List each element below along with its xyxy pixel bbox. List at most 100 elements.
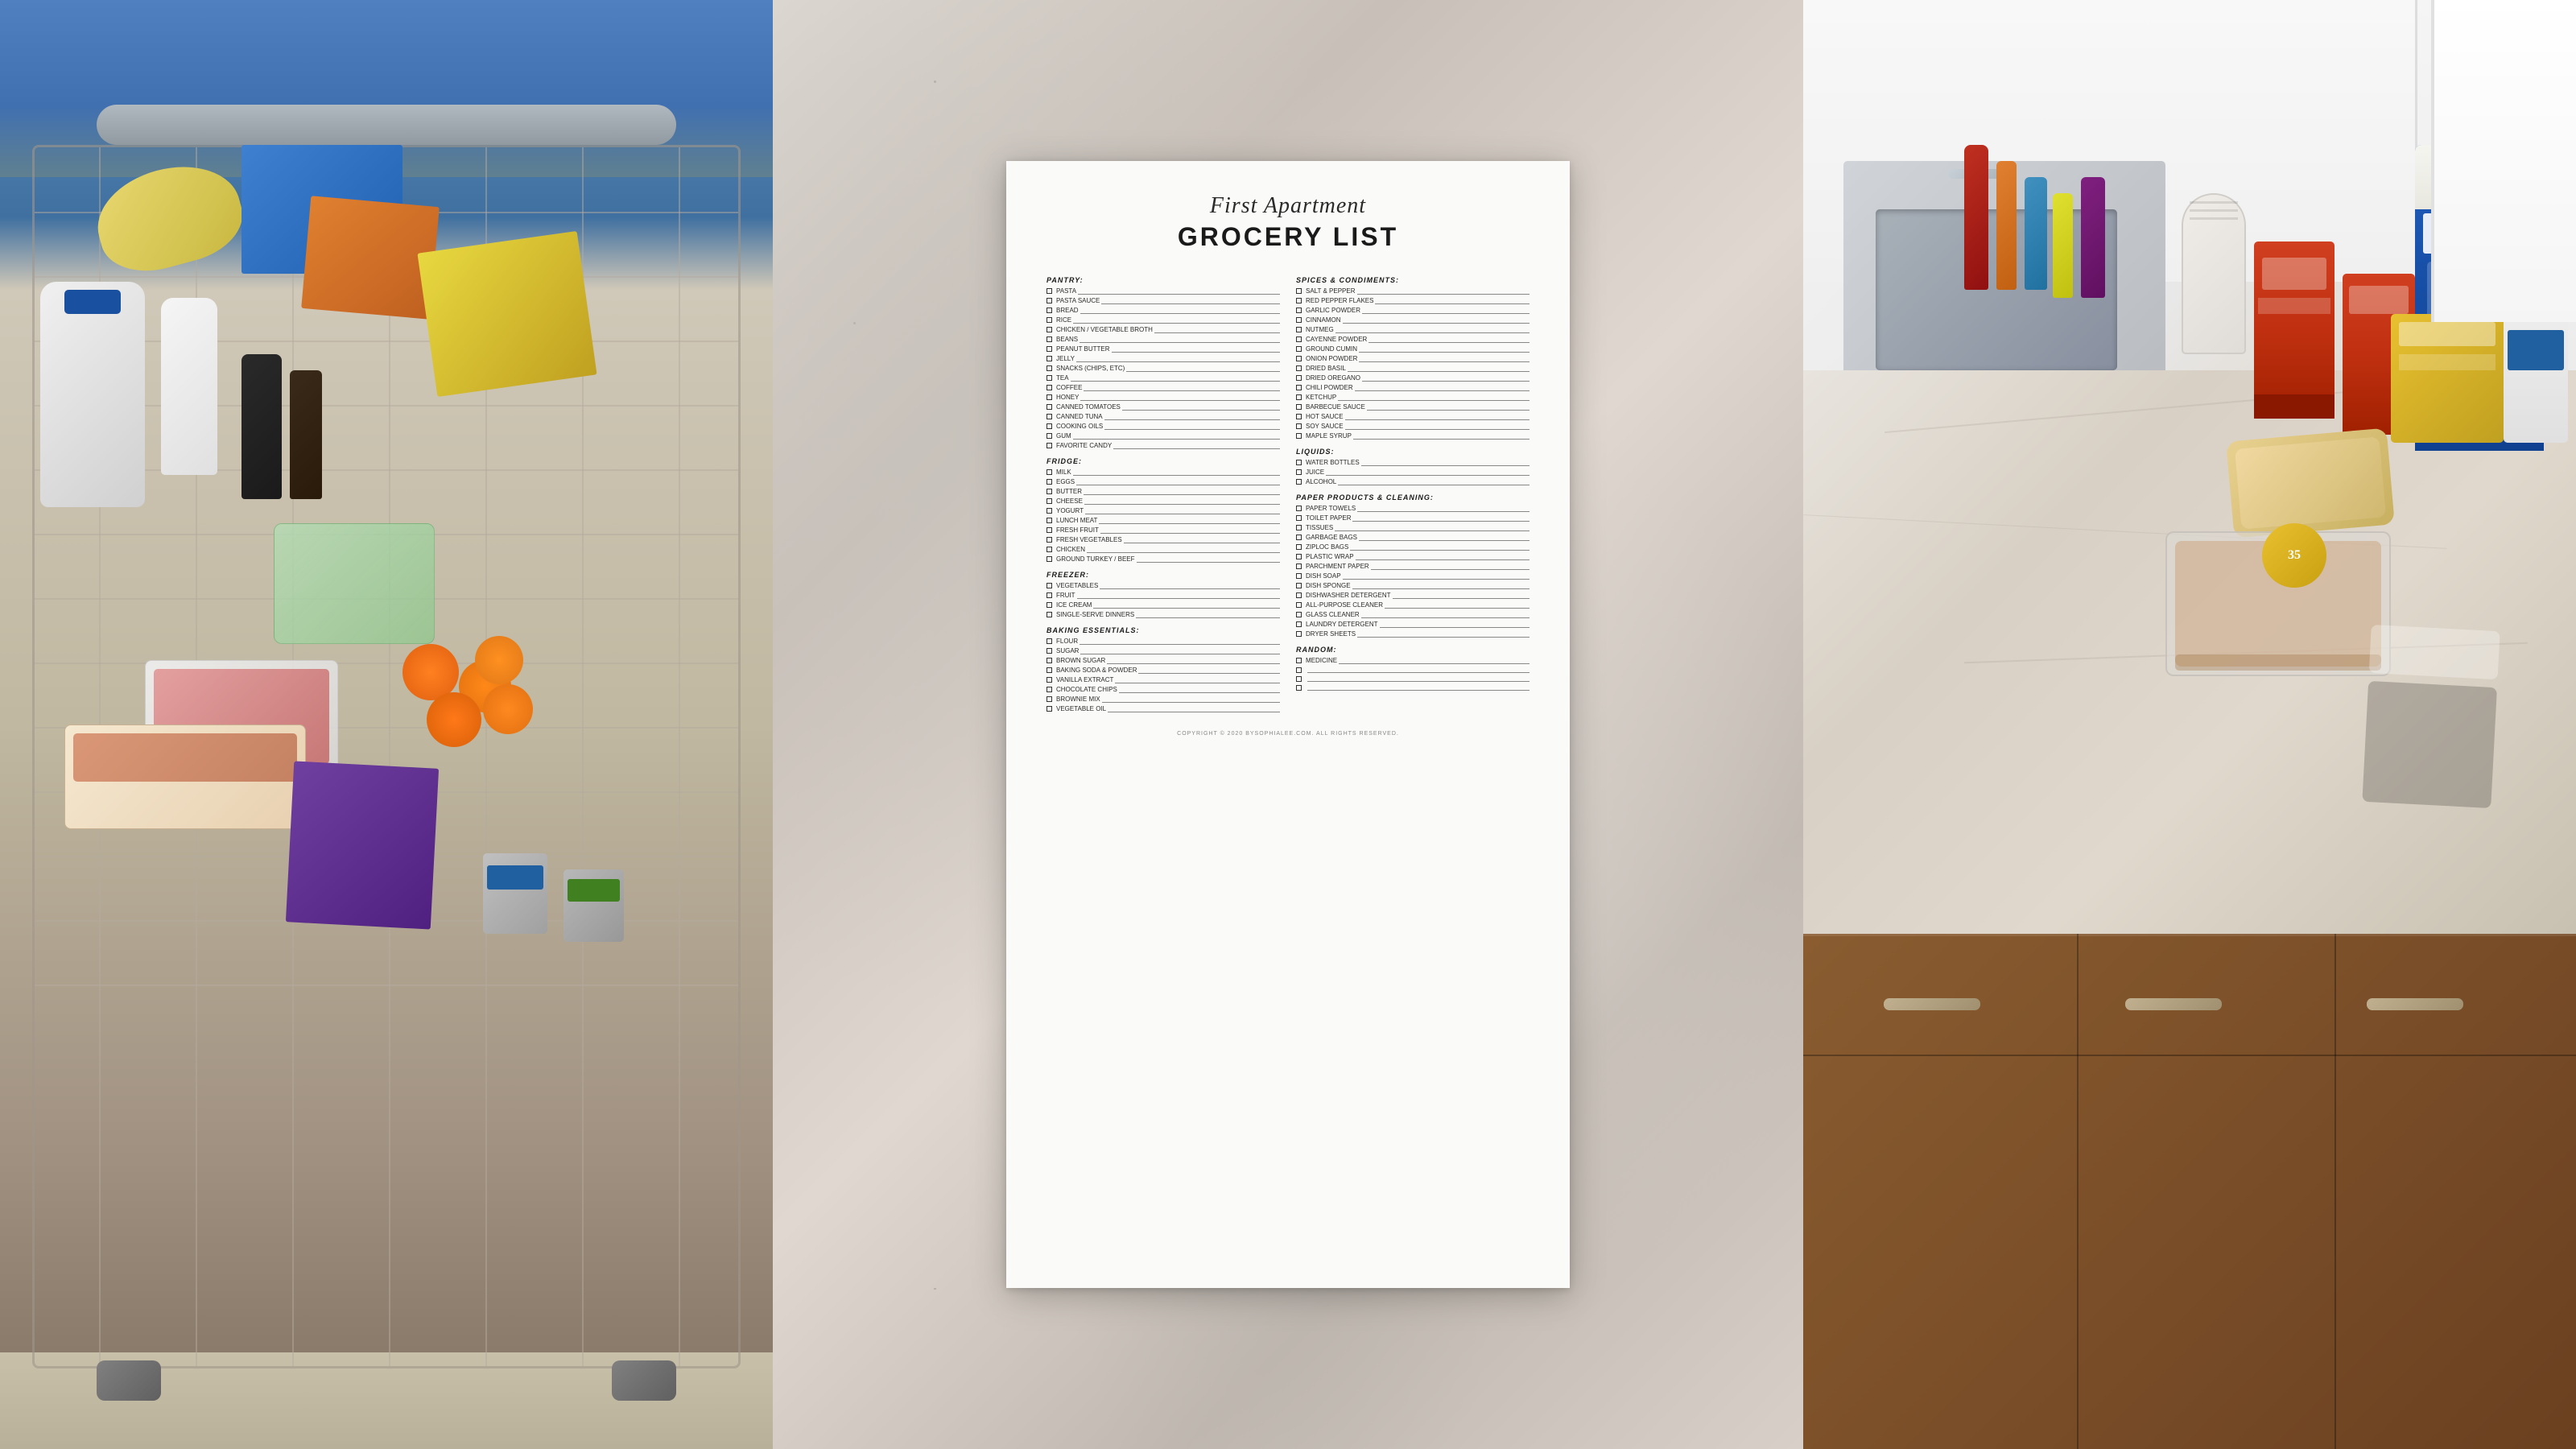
produce-bag (274, 523, 435, 644)
cart-wheel-right (612, 1360, 676, 1401)
list-item: LUNCH MEAT (1046, 517, 1280, 524)
list-item: CAYENNE POWDER (1296, 336, 1530, 343)
list-item: TEA (1046, 374, 1280, 382)
cabinet-divider (1803, 1055, 2576, 1056)
list-item: PLASTIC WRAP (1296, 553, 1530, 560)
list-item: YOGURT (1046, 507, 1280, 514)
pasta-package (417, 231, 597, 397)
list-item: JELLY (1046, 355, 1280, 362)
list-item: VEGETABLE OIL (1046, 705, 1280, 712)
list-item: FRESH VEGETABLES (1046, 536, 1280, 543)
can-1 (483, 853, 547, 934)
list-item: GROUND TURKEY / BEEF (1046, 555, 1280, 563)
white-bottle (161, 298, 217, 475)
list-item: BAKING SODA & POWDER (1046, 667, 1280, 674)
dark-bottle-1 (242, 354, 282, 499)
list-item: SINGLE-SERVE DINNERS (1046, 611, 1280, 618)
list-item: VANILLA EXTRACT (1046, 676, 1280, 683)
list-item: PARCHMENT PAPER (1296, 563, 1530, 570)
paper-section-title: PAPER PRODUCTS & CLEANING: (1296, 493, 1530, 502)
list-item (1296, 684, 1530, 691)
grocery-list-paper: First Apartment GROCERY LIST PANTRY: PAS… (1006, 161, 1570, 1288)
list-columns: PANTRY: PASTA PASTA SAUCE BREAD RICE CHI… (1046, 268, 1530, 715)
list-item: PASTA (1046, 287, 1280, 295)
list-item: ZIPLOC BAGS (1296, 543, 1530, 551)
list-item: NUTMEG (1296, 326, 1530, 333)
list-item: CHOCOLATE CHIPS (1046, 686, 1280, 693)
yellow-bottle (2053, 193, 2073, 298)
list-item: PEANUT BUTTER (1046, 345, 1280, 353)
list-item: DISH SPONGE (1296, 582, 1530, 589)
blue-bottle (2025, 177, 2047, 290)
list-item (1296, 675, 1530, 682)
list-item: DISHWASHER DETERGENT (1296, 592, 1530, 599)
cabinet-vdivider-1 (2077, 934, 2079, 1449)
list-item: VEGETABLES (1046, 582, 1280, 589)
liquids-section-title: LIQUIDS: (1296, 448, 1530, 456)
freezer-section-title: FREEZER: (1046, 571, 1280, 579)
list-item: DRYER SHEETS (1296, 630, 1530, 638)
milk-jug (40, 282, 145, 507)
center-panel: First Apartment GROCERY LIST PANTRY: PAS… (773, 0, 1803, 1449)
window-wall (2431, 0, 2576, 322)
cabinet-front (1803, 934, 2576, 1449)
can-2 (564, 869, 624, 942)
list-item: SUGAR (1046, 647, 1280, 654)
list-item: ALL-PURPOSE CLEANER (1296, 601, 1530, 609)
list-item: SALT & PEPPER (1296, 287, 1530, 295)
fridge-section-title: FRIDGE: (1046, 457, 1280, 465)
list-item: JUICE (1296, 469, 1530, 476)
cheese-box (2391, 314, 2504, 443)
coffee-item: COFFEE (1046, 384, 1280, 391)
list-item: CHICKEN / VEGETABLE BROTH (1046, 326, 1280, 333)
list-column-right: SPICES & CONDIMENTS: SALT & PEPPER RED P… (1296, 268, 1530, 715)
list-item: RICE (1046, 316, 1280, 324)
list-item: DRIED OREGANO (1296, 374, 1530, 382)
list-item: GARBAGE BAGS (1296, 534, 1530, 541)
list-item: GUM (1046, 432, 1280, 440)
list-title-main: GROCERY LIST (1046, 222, 1530, 252)
list-item: FRUIT (1046, 592, 1280, 599)
list-item: GARLIC POWDER (1296, 307, 1530, 314)
paper-towel-roll (2182, 193, 2246, 370)
list-item: PASTA SAUCE (1046, 297, 1280, 304)
list-item: GLASS CLEANER (1296, 611, 1530, 618)
list-item: CHICKEN (1046, 546, 1280, 553)
list-item: CANNED TUNA (1046, 413, 1280, 420)
list-item: BEANS (1046, 336, 1280, 343)
list-item: SNACKS (CHIPS, ETC) (1046, 365, 1280, 372)
copyright-text: COPYRIGHT © 2020 BYSOPHIALEE.COM. ALL RI… (1046, 731, 1530, 737)
right-panel: CRISPY RICE 35 (1803, 0, 2576, 1449)
cabinet-panel (1803, 934, 2576, 1449)
list-item: COOKING OILS (1046, 423, 1280, 430)
list-item: MAPLE SYRUP (1296, 432, 1530, 440)
list-item: TOILET PAPER (1296, 514, 1530, 522)
list-item: BROWN SUGAR (1046, 657, 1280, 664)
purple-bottle (2081, 177, 2105, 298)
dark-bottle-2 (290, 370, 322, 499)
list-item: MILK (1046, 469, 1280, 476)
list-item: ONION POWDER (1296, 355, 1530, 362)
list-item: PAPER TOWELS (1296, 505, 1530, 512)
list-item: BARBECUE SAUCE (1296, 403, 1530, 411)
list-title-script: First Apartment (1046, 193, 1530, 219)
baking-section-title: BAKING ESSENTIALS: (1046, 626, 1280, 634)
spices-section-title: SPICES & CONDIMENTS: (1296, 276, 1530, 284)
list-item: FRESH FRUIT (1046, 526, 1280, 534)
purple-package (286, 761, 439, 929)
purple-bag (2345, 608, 2516, 825)
list-item (1296, 667, 1530, 673)
list-item: HONEY (1046, 394, 1280, 401)
random-section-title: RANDOM: (1296, 646, 1530, 654)
list-item: WATER BOTTLES (1296, 459, 1530, 466)
cart-handle (97, 105, 676, 145)
list-item: BUTTER (1046, 488, 1280, 495)
sandwich-package (64, 724, 306, 829)
list-item: FLOUR (1046, 638, 1280, 645)
list-item: EGGS (1046, 478, 1280, 485)
list-item: FAVORITE CANDY (1046, 442, 1280, 449)
list-item: MEDICINE (1296, 657, 1530, 664)
list-item: CHEESE (1046, 497, 1280, 505)
list-item: CHILI POWDER (1296, 384, 1530, 391)
list-item: LAUNDRY DETERGENT (1296, 621, 1530, 628)
